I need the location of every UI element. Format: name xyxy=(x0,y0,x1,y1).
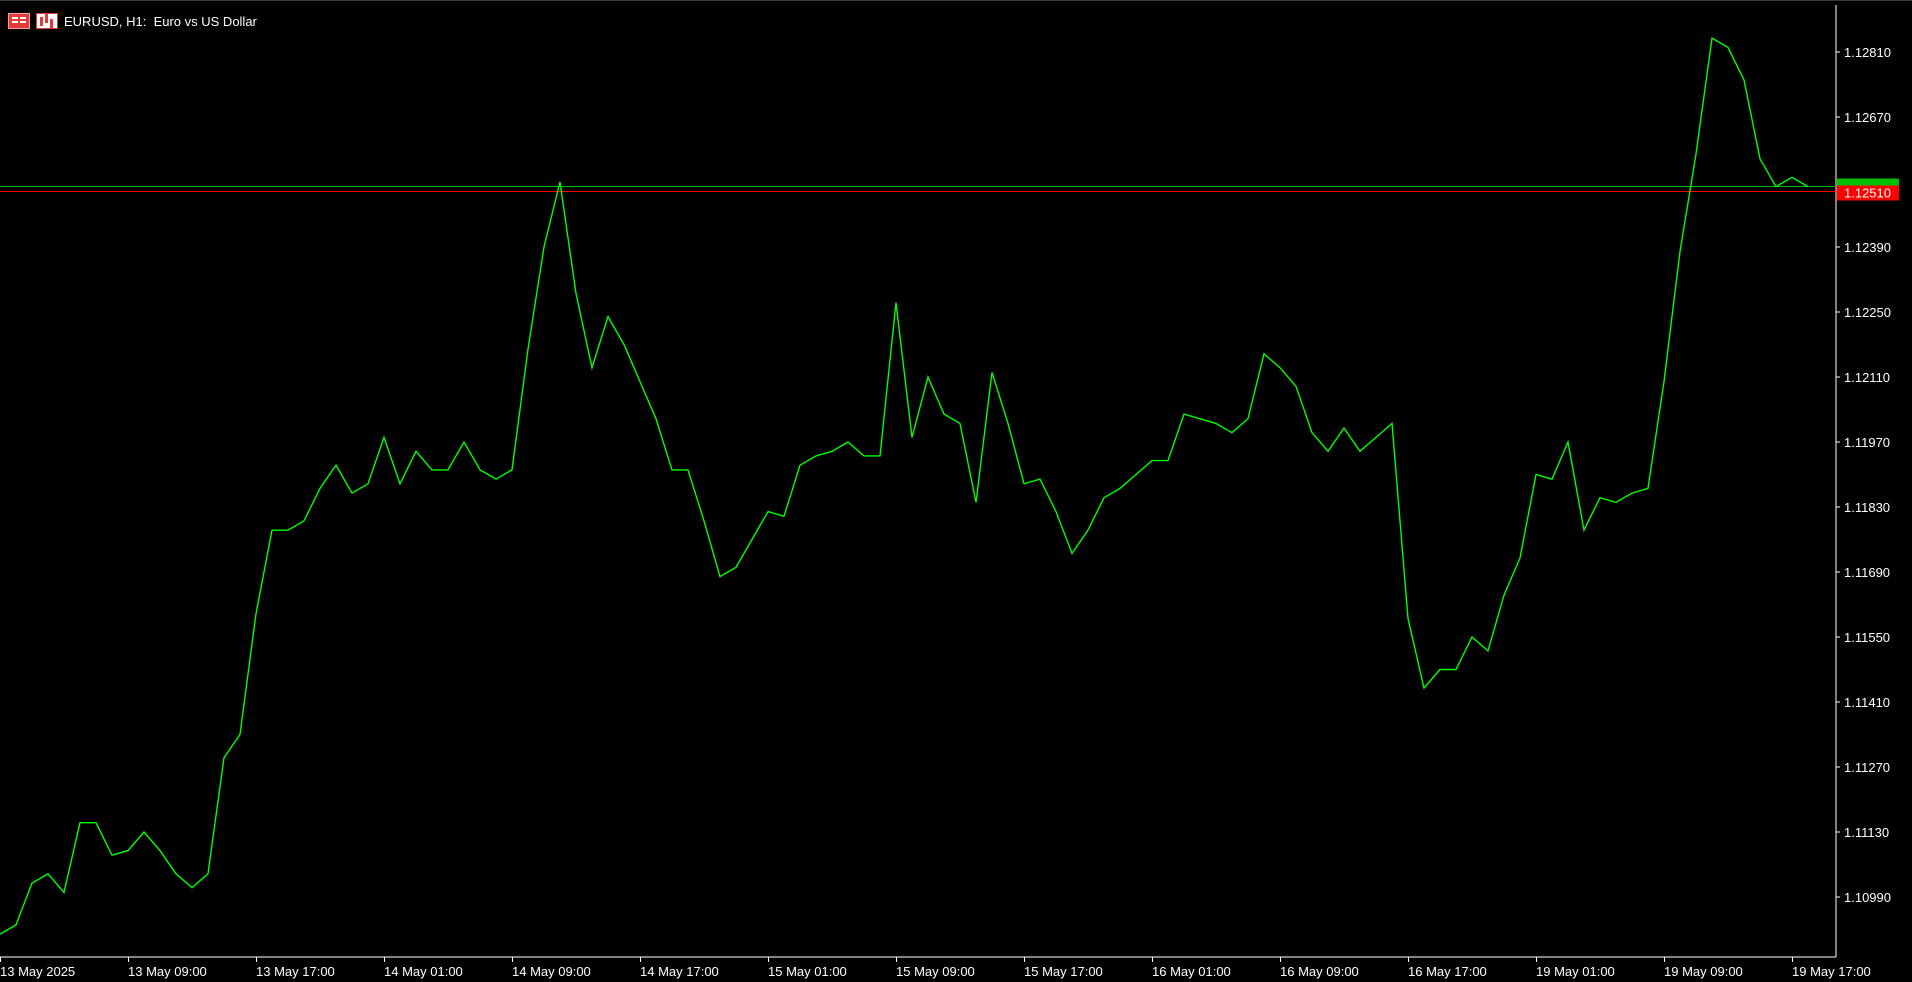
price-series-line xyxy=(0,38,1808,934)
time-tick-label: 16 May 17:00 xyxy=(1408,964,1487,979)
price-tick-label: 1.11410 xyxy=(1844,695,1890,710)
price-tick-label: 1.11970 xyxy=(1844,435,1890,450)
price-tick-label: 1.12390 xyxy=(1844,240,1891,255)
price-tick-label: 1.12810 xyxy=(1844,45,1891,60)
time-tick-label: 19 May 01:00 xyxy=(1536,964,1615,979)
price-tick-label: 1.11270 xyxy=(1844,760,1890,775)
price-tick-label: 1.12110 xyxy=(1844,370,1890,385)
series-layer xyxy=(0,38,1808,934)
time-axis[interactable]: 13 May 2025 13 May 09:00 13 May 17:00 14 Ma… xyxy=(0,957,1871,979)
price-tick-label: 1.11550 xyxy=(1844,630,1890,645)
time-tick-label: 15 May 09:00 xyxy=(896,964,975,979)
bid-price-tag: 1.12510 xyxy=(1837,179,1899,201)
time-tick-label: 16 May 09:00 xyxy=(1280,964,1359,979)
price-tick-label: 1.10990 xyxy=(1844,890,1891,905)
price-chart[interactable]: 1.12810 1.12670 1.12390 1.12250 1.12110 1.119… xyxy=(0,1,1912,982)
time-tick-label: 19 May 17:00 xyxy=(1792,964,1871,979)
price-tick-label: 1.12250 xyxy=(1844,305,1891,320)
time-tick-label: 13 May 09:00 xyxy=(128,964,207,979)
chart-window[interactable]: EURUSD, H1: Euro vs US Dollar 1.128101.1… xyxy=(0,0,1912,981)
plot-border xyxy=(0,5,1836,957)
time-tick-label: 13 May 2025 xyxy=(0,964,75,979)
time-tick-label: 15 May 01:00 xyxy=(768,964,847,979)
bid-price-tag-label: 1.12510 xyxy=(1844,186,1891,201)
price-tick-label: 1.11130 xyxy=(1844,825,1889,840)
price-tick-label: 1.12670 xyxy=(1844,110,1891,125)
time-tick-label: 15 May 17:00 xyxy=(1024,964,1103,979)
time-tick-label: 14 May 17:00 xyxy=(640,964,719,979)
time-tick-label: 14 May 09:00 xyxy=(512,964,591,979)
time-tick-label: 14 May 01:00 xyxy=(384,964,463,979)
time-tick-label: 13 May 17:00 xyxy=(256,964,335,979)
level-lines xyxy=(0,187,1836,192)
price-tick-label: 1.11690 xyxy=(1844,565,1890,580)
price-tick-label: 1.11830 xyxy=(1844,500,1890,515)
time-tick-label: 16 May 01:00 xyxy=(1152,964,1231,979)
time-tick-label: 19 May 09:00 xyxy=(1664,964,1743,979)
price-axis[interactable]: 1.12810 1.12670 1.12390 1.12250 1.12110 1.119… xyxy=(1836,45,1891,905)
